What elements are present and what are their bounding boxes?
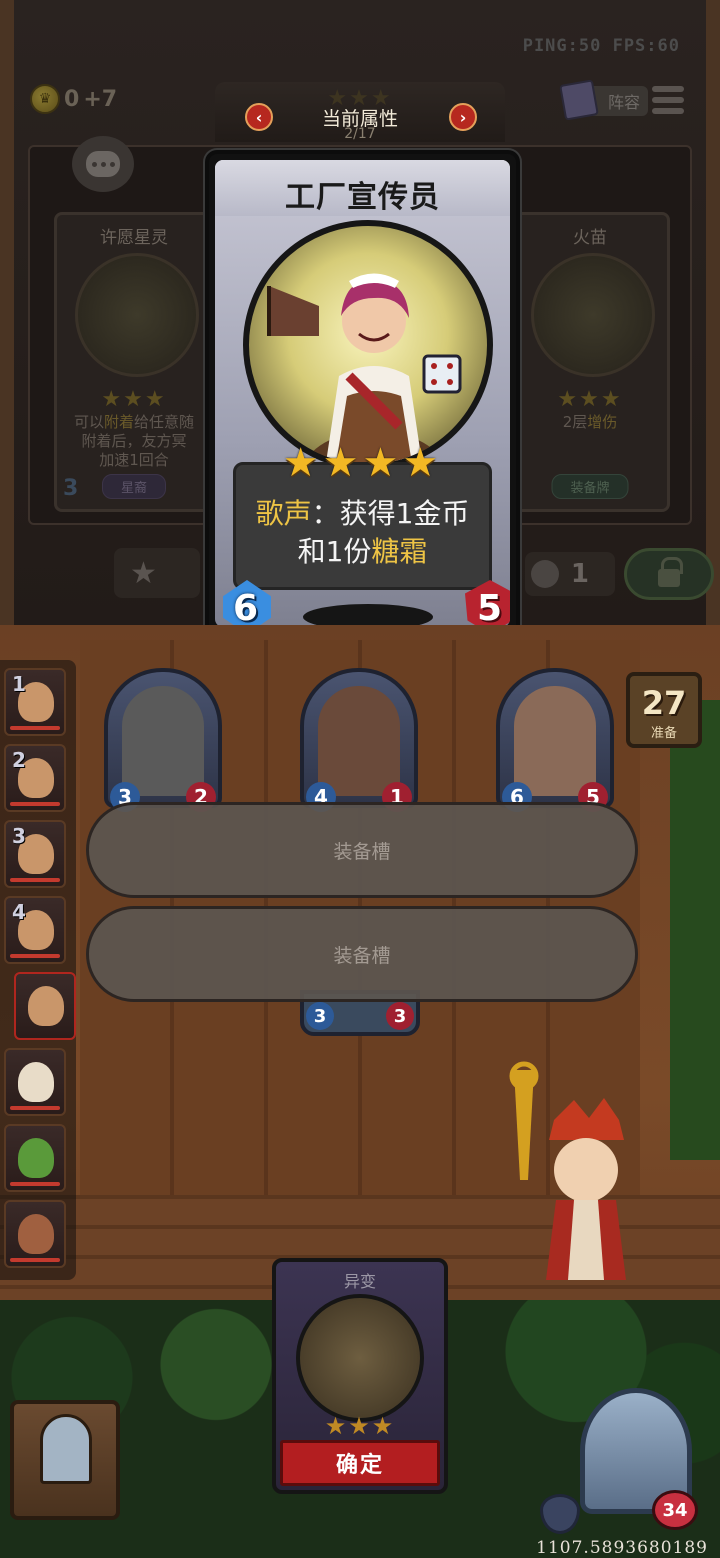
roster-slot[interactable] — [4, 1124, 66, 1192]
card-name: 许愿星灵 — [100, 228, 168, 248]
unit-portrait — [122, 686, 204, 796]
card-shadow — [303, 604, 433, 627]
board-unit[interactable]: 6 5 — [496, 668, 614, 812]
avatar — [18, 1062, 54, 1102]
unit-portrait — [514, 686, 596, 796]
card-attack: 6 — [233, 588, 259, 627]
avatar — [28, 986, 64, 1026]
avatar — [18, 1138, 54, 1178]
mutation-title: 异变 — [343, 1272, 376, 1291]
roster-number: 1 — [12, 672, 26, 696]
shop-card-right[interactable]: 火苗 ★★★ 2层增伤 装备牌 — [510, 212, 670, 512]
card-art — [531, 253, 655, 377]
card-tag: 星裔 — [101, 474, 167, 499]
card-health: 5 — [477, 588, 503, 627]
roster-number: 4 — [12, 900, 26, 924]
card-art — [243, 220, 493, 470]
mutation-stars: ★★★ — [324, 1412, 396, 1440]
maid-character-art — [267, 273, 462, 464]
roster-slot[interactable] — [4, 1048, 66, 1116]
refresh-cost-value: 1 — [570, 559, 589, 589]
network-status: PING:50 FPS:60 — [522, 36, 680, 56]
prep-label: 准备 — [650, 726, 677, 741]
avatar — [18, 1214, 54, 1254]
window-icon — [40, 1414, 92, 1484]
roster-slot[interactable] — [4, 1200, 66, 1268]
equip-slot[interactable]: 装备槽 — [86, 802, 638, 898]
foliage — [670, 700, 720, 1160]
roster-number: 2 — [12, 748, 26, 772]
mutation-art — [296, 1294, 424, 1422]
card-name: 工厂宣传员 — [285, 180, 440, 215]
roster-sidebar: 1 2 3 4 — [0, 660, 76, 1280]
equip-slot[interactable]: 装备槽 — [86, 906, 638, 1002]
card-stars: ★★★ — [557, 387, 623, 412]
card-tag: 装备牌 — [551, 474, 629, 499]
unit-attack: 3 — [306, 1002, 334, 1030]
prep-count: 27 — [641, 684, 687, 722]
upgrade-strip — [114, 548, 200, 598]
shop-card-left[interactable]: 许愿星灵 ★★★ 可以附着给任意随 附着后，友方冥 加速1回合 3 星裔 — [54, 212, 214, 512]
refresh-cost[interactable]: 1 — [525, 552, 615, 596]
lock-button[interactable] — [624, 548, 714, 600]
card-name: 火苗 — [573, 228, 607, 248]
hero-health-badge: 34 — [652, 1490, 698, 1530]
roster-slot[interactable]: 4 — [4, 896, 66, 964]
lock-icon — [658, 557, 683, 587]
roster-slot[interactable]: 1 — [4, 668, 66, 736]
card-description: 可以附着给任意随 附着后，友方冥 加速1回合 — [73, 413, 195, 469]
unit-portrait — [318, 686, 400, 796]
card-description: 2层增伤 — [562, 413, 618, 431]
card-cost: 3 — [63, 476, 79, 501]
session-id: 1107.5893680189 — [536, 1538, 708, 1558]
star-up-icon[interactable]: ★ — [130, 556, 157, 591]
prep-counter: 27 准备 — [626, 672, 702, 748]
card-description-line-1: 歌声：获得1金币 — [255, 497, 470, 530]
board-unit[interactable]: 3 2 — [104, 668, 222, 812]
board-unit[interactable]: 4 1 — [300, 668, 418, 812]
prev-attribute-button[interactable]: ‹ — [245, 103, 273, 131]
attribute-page: 2/17 — [344, 126, 376, 142]
king-character — [509, 1061, 626, 1280]
card-stars: ★★★★ — [282, 440, 443, 486]
next-attribute-button[interactable]: › — [449, 103, 477, 131]
unit-health: 3 — [386, 1002, 414, 1030]
roster-slot-selected[interactable] — [14, 972, 76, 1040]
roster-number: 3 — [12, 824, 26, 848]
opponent-portrait[interactable] — [10, 1400, 120, 1520]
focused-card: 工厂宣传员 ★★★★ 歌声：获得1金币 和1份糖霜 6 5 — [205, 150, 520, 637]
roster-slot[interactable]: 2 — [4, 744, 66, 812]
roster-slot[interactable]: 3 — [4, 820, 66, 888]
card-art — [75, 253, 199, 377]
card-stars: ★★★ — [101, 387, 167, 412]
chat-icon[interactable] — [72, 136, 134, 192]
confirm-button[interactable]: 确定 — [280, 1440, 440, 1486]
coin-icon — [531, 560, 559, 588]
card-description-line-2: 和1份糖霜 — [297, 535, 428, 568]
